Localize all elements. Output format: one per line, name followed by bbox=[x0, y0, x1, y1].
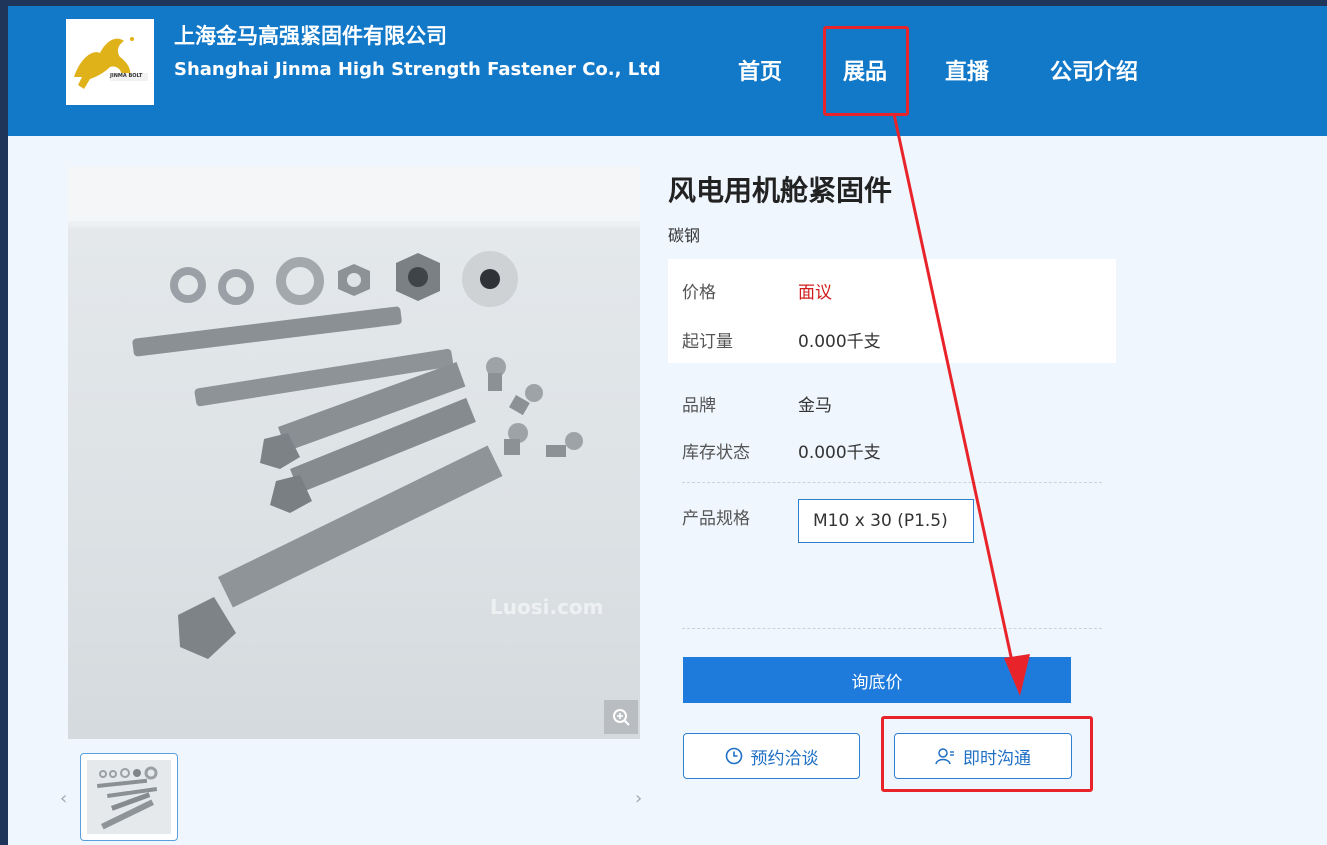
product-main-image[interactable]: Luosi.com bbox=[68, 167, 640, 739]
company-name-cn: 上海金马高强紧固件有限公司 bbox=[174, 24, 447, 48]
appointment-label: 预约洽谈 bbox=[750, 748, 819, 769]
brand-value: 金马 bbox=[798, 396, 832, 416]
moq-value: 0.000千支 bbox=[798, 332, 881, 352]
zoom-icon[interactable] bbox=[604, 700, 638, 734]
price-value: 面议 bbox=[798, 283, 832, 303]
thumbnail-prev-button[interactable]: ‹ bbox=[60, 788, 67, 809]
brand-label: 品牌 bbox=[682, 396, 716, 416]
stock-value: 0.000千支 bbox=[798, 443, 881, 463]
nav-exhibits-annotation-box bbox=[823, 26, 909, 116]
price-box bbox=[668, 259, 1116, 363]
site-header: JINMA BOLT 上海金马高强紧固件有限公司 Shanghai Jinma … bbox=[8, 6, 1327, 136]
company-name-en: Shanghai Jinma High Strength Fastener Co… bbox=[174, 59, 661, 80]
nav-company-intro[interactable]: 公司介绍 bbox=[1050, 54, 1138, 86]
image-watermark: Luosi.com bbox=[490, 595, 604, 619]
page-frame: JINMA BOLT 上海金马高强紧固件有限公司 Shanghai Jinma … bbox=[8, 6, 1327, 845]
divider bbox=[682, 482, 1102, 483]
horse-logo-icon bbox=[74, 37, 148, 89]
logo-text: JINMA BOLT bbox=[110, 73, 143, 79]
company-logo[interactable]: JINMA BOLT bbox=[66, 19, 154, 105]
spec-label: 产品规格 bbox=[682, 509, 750, 529]
inquiry-price-button[interactable]: 询底价 bbox=[683, 657, 1071, 703]
thumbnail-next-button[interactable]: › bbox=[635, 788, 642, 809]
product-material: 碳钢 bbox=[668, 226, 701, 245]
clock-icon bbox=[725, 747, 742, 765]
nav-live[interactable]: 直播 bbox=[945, 54, 989, 86]
nav-home[interactable]: 首页 bbox=[738, 54, 782, 86]
chat-annotation-box bbox=[881, 716, 1093, 792]
divider bbox=[682, 628, 1102, 629]
product-thumbnail[interactable] bbox=[80, 753, 178, 841]
product-title: 风电用机舱紧固件 bbox=[668, 174, 893, 207]
appointment-button[interactable]: 预约洽谈 bbox=[683, 733, 860, 779]
spec-option[interactable]: M10 x 30 (P1.5) bbox=[798, 499, 974, 543]
fastener-photo bbox=[68, 167, 640, 659]
stock-label: 库存状态 bbox=[682, 443, 750, 463]
thumbnail-image bbox=[87, 760, 171, 834]
price-label: 价格 bbox=[682, 283, 716, 303]
moq-label: 起订量 bbox=[682, 332, 733, 352]
